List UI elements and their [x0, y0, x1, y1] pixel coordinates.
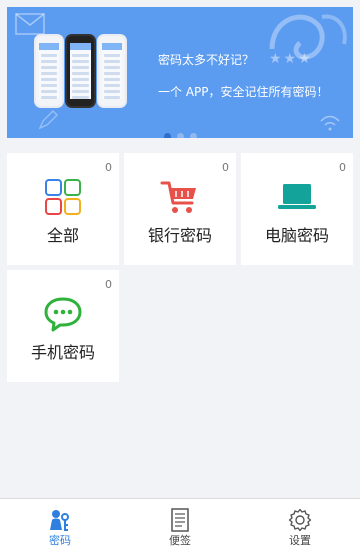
carousel-dot[interactable] [176, 133, 184, 138]
banner-line-2: 一个 APP，安全记住所有密码！ [158, 85, 329, 99]
carousel-dot[interactable] [189, 133, 197, 138]
tab-notes[interactable]: 便签 [120, 499, 240, 546]
password-count: 0 [222, 161, 229, 174]
category-label: 银行密码 [147, 226, 212, 245]
chat-bubble-icon [44, 297, 82, 332]
password-count: 0 [105, 161, 112, 174]
bottom-tab-bar: 密码 便签 设置 [0, 498, 360, 546]
pencil-icon [38, 109, 59, 130]
carousel-indicator[interactable] [7, 133, 353, 138]
swirl-decoration-icon [269, 14, 347, 60]
phone-mockup-1 [34, 34, 64, 108]
category-label: 电脑密码 [264, 226, 329, 245]
tab-settings[interactable]: 设置 [240, 499, 360, 546]
tab-label: 设置 [289, 534, 311, 546]
gear-icon [288, 508, 312, 532]
password-count: 0 [105, 278, 112, 291]
tab-label: 密码 [49, 534, 71, 546]
category-tile-phone[interactable]: 0 手机密码 [7, 270, 119, 382]
category-tile-all[interactable]: 0 全部 [7, 153, 119, 265]
note-icon [171, 508, 189, 532]
category-tile-bank[interactable]: 0 银行密码 [124, 153, 236, 265]
banner-carousel[interactable]: ★★★ 密码太多不好记？ 一个 APP，安全记住所有密码！ [7, 7, 353, 138]
category-label: 手机密码 [30, 343, 95, 362]
category-label: 全部 [46, 226, 79, 245]
carousel-dot[interactable] [163, 133, 171, 138]
cart-icon [160, 181, 196, 213]
password-count: 0 [339, 161, 346, 174]
grid-icon [45, 179, 81, 215]
tab-label: 便签 [169, 534, 191, 546]
envelope-icon [15, 13, 45, 35]
tab-passwords[interactable]: 密码 [0, 499, 120, 546]
category-tile-computer[interactable]: 0 电脑密码 [241, 153, 353, 265]
laptop-icon [278, 184, 316, 209]
key-person-icon [50, 510, 69, 531]
phone-mockup-2 [65, 34, 96, 108]
banner-line-1: 密码太多不好记？ [158, 53, 255, 67]
phone-mockup-3 [97, 34, 127, 108]
wifi-icon [320, 115, 340, 131]
stars-decoration-icon: ★★★ [269, 51, 313, 67]
